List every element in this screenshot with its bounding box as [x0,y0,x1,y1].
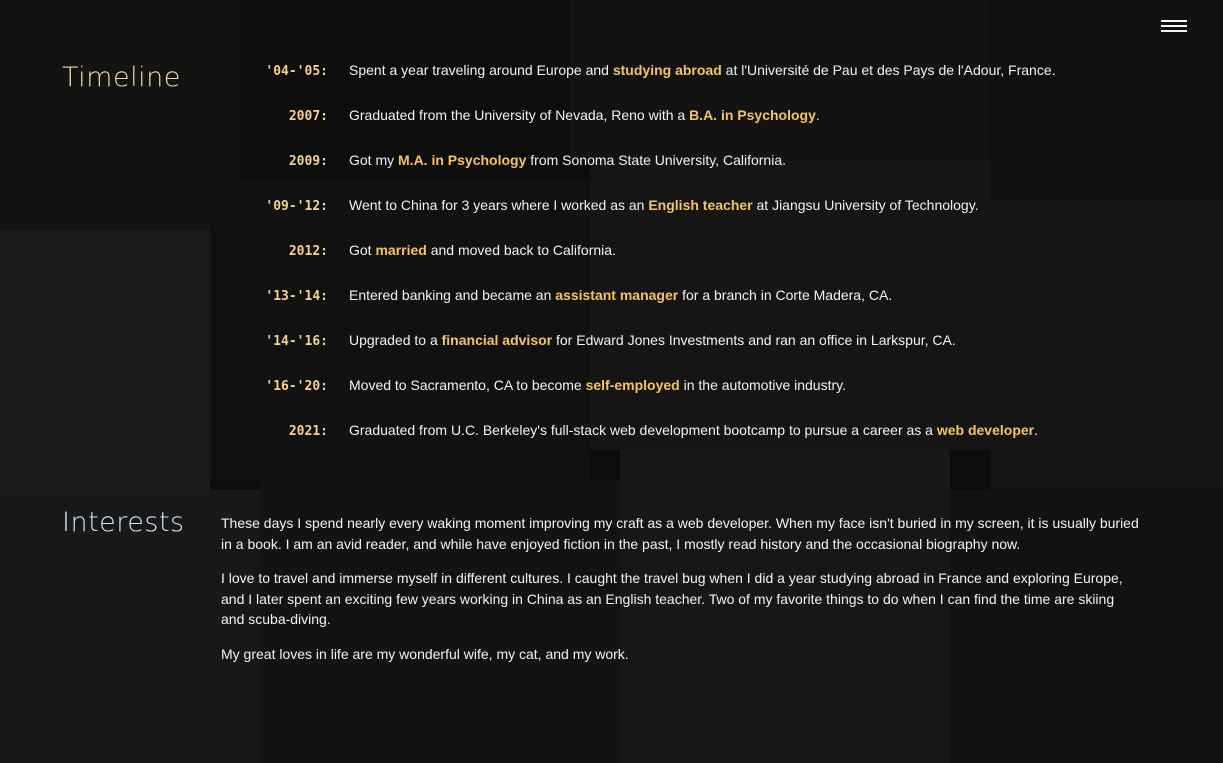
timeline-heading: Timeline [62,62,181,93]
timeline-highlight: M.A. in Psychology [398,152,527,168]
hamburger-menu-icon[interactable] [1160,20,1190,42]
timeline-date: 2021: [288,424,328,439]
timeline-date: 2012: [288,244,328,259]
timeline-description: Spent a year traveling around Europe and… [349,62,1056,78]
interests-paragraph: These days I spend nearly every waking m… [221,515,1139,552]
timeline-description: Went to China for 3 years where I worked… [349,197,979,213]
timeline-date: '09-'12: [265,199,328,214]
interests-heading: Interests [62,507,185,538]
timeline-item: '16-'20: Moved to Sacramento, CA to beco… [240,375,1140,395]
timeline-description: Graduated from U.C. Berkeley's full-stac… [349,422,1038,438]
timeline-description: Moved to Sacramento, CA to become self-e… [349,377,846,393]
timeline-highlight: assistant manager [555,287,679,303]
timeline-item: '09-'12: Went to China for 3 years where… [240,195,1140,215]
timeline-highlight: English teacher [648,197,753,213]
timeline-highlight: B.A. in Psychology [689,107,816,123]
timeline-item: '13-'14: Entered banking and became an a… [240,285,1140,305]
timeline-item: 2007: Graduated from the University of N… [240,105,1140,125]
timeline-highlight: financial advisor [441,332,553,348]
timeline-date: '04-'05: [265,64,328,79]
timeline-date: 2009: [288,154,328,169]
timeline-highlight: web developer [936,422,1035,438]
timeline-description: Got married and moved back to California… [349,242,616,258]
timeline-highlight: self-employed [585,377,680,393]
timeline-description: Upgraded to a financial advisor for Edwa… [349,332,956,348]
timeline-item: '04-'05: Spent a year traveling around E… [240,60,1140,80]
interests-paragraph: I love to travel and immerse myself in d… [221,570,1123,627]
interests-paragraph: My great loves in life are my wonderful … [221,645,629,662]
timeline-date: '16-'20: [265,379,328,394]
timeline-item: '14-'16: Upgraded to a financial advisor… [240,330,1140,350]
timeline-date: 2007: [288,109,328,124]
timeline-description: Graduated from the University of Nevada,… [349,107,820,123]
timeline-highlight: married [375,242,427,258]
timeline-description: Entered banking and became an assistant … [349,287,893,303]
timeline-highlight: studying abroad [612,62,722,78]
timeline-item: 2021: Graduated from U.C. Berkeley's ful… [240,420,1140,440]
timeline-date: '14-'16: [265,334,328,349]
timeline-description: Got my M.A. in Psychology from Sonoma St… [349,152,786,168]
timeline-date: '13-'14: [265,289,328,304]
timeline-item: 2012: Got married and moved back to Cali… [240,240,1140,260]
interests-body: These days I spend nearly every waking m… [221,513,1141,678]
timeline-item: 2009: Got my M.A. in Psychology from Son… [240,150,1140,170]
